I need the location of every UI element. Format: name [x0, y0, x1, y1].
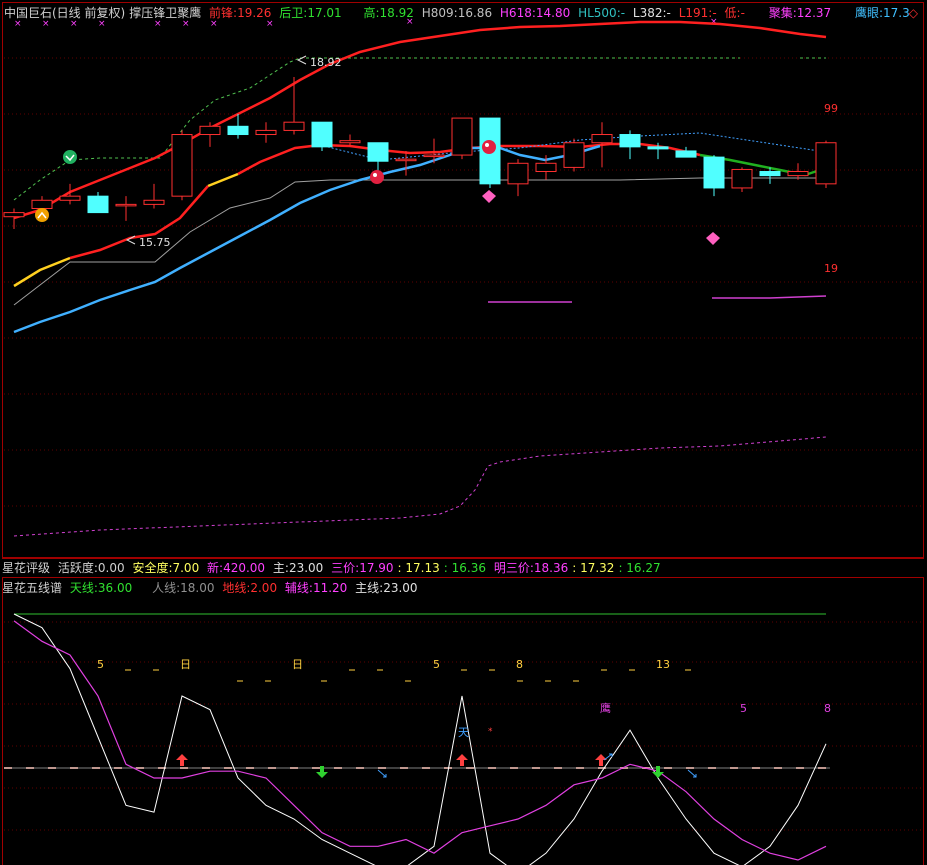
mark-8: 8 — [516, 658, 523, 671]
mark-5c: 5 — [740, 702, 747, 715]
mark-tian: 天 — [458, 726, 469, 739]
candle-up[interactable] — [507, 162, 529, 185]
ma-thin-gray-line — [13, 177, 826, 306]
qianfeng-red-line — [13, 20, 827, 220]
pink-gem-icon — [482, 190, 496, 203]
mark-5: 5 — [97, 658, 104, 671]
candle-up[interactable] — [59, 195, 81, 201]
candle-down[interactable] — [87, 195, 109, 214]
candle-up[interactable] — [171, 134, 193, 197]
candle-down[interactable] — [619, 134, 641, 148]
svg-text:×: × — [154, 19, 162, 29]
blue-small-arrow-icon — [377, 753, 697, 778]
low-price-label: 15.75 — [139, 236, 171, 249]
high-price-arrow-icon — [296, 55, 307, 65]
candle-up[interactable] — [535, 162, 557, 173]
candle-up[interactable] — [3, 212, 25, 218]
high-price-label: 18.92 — [310, 56, 342, 69]
right-top-label: 99 — [824, 102, 838, 115]
mark-13: 13 — [656, 658, 670, 671]
candle-up[interactable] — [563, 142, 585, 168]
right-bottom-label: 19 — [824, 262, 838, 275]
mark-ying: 鹰 — [600, 701, 611, 715]
candle-up[interactable] — [451, 117, 473, 156]
candle-up[interactable] — [731, 168, 753, 189]
fu-magenta-line — [13, 620, 827, 861]
candle-down[interactable] — [703, 156, 725, 189]
candle-up[interactable] — [255, 129, 277, 136]
candle-down[interactable] — [675, 150, 697, 158]
candle-up[interactable] — [423, 154, 445, 158]
ma-dashed-green-line — [13, 57, 301, 201]
candle-up[interactable] — [815, 142, 837, 185]
candle-up[interactable] — [787, 171, 809, 177]
red-ball-icon — [370, 170, 384, 184]
buy-signal-icon — [35, 208, 49, 222]
svg-text:×: × — [266, 19, 274, 29]
magenta-support-segments — [488, 295, 827, 303]
svg-text:*: * — [488, 727, 493, 737]
candle-up[interactable] — [199, 125, 221, 136]
red-up-arrow-icon — [176, 754, 607, 766]
red-ball-icon-2 — [482, 140, 496, 154]
candle-down[interactable] — [647, 146, 669, 150]
chart-canvas[interactable]: × × × × × × × × × × 18.92 15.75 99 19 5 … — [0, 0, 927, 865]
candle-up[interactable] — [591, 134, 613, 144]
svg-text:×: × — [710, 17, 718, 27]
candle-down[interactable] — [367, 142, 389, 162]
grid-lines — [4, 57, 922, 831]
check-signal-icon — [63, 150, 77, 164]
svg-text:×: × — [210, 19, 218, 29]
svg-text:×: × — [14, 19, 22, 29]
zhu-white-line — [13, 613, 827, 865]
yellow-dash-marks — [125, 669, 691, 682]
candle-up[interactable] — [283, 121, 305, 131]
candle-up[interactable] — [339, 140, 361, 144]
jujie-magenta-dashed — [13, 436, 827, 537]
candle-down[interactable] — [311, 121, 333, 148]
candle-up[interactable] — [115, 203, 137, 207]
mark-8b: 8 — [824, 702, 831, 715]
candle-down[interactable] — [227, 125, 249, 136]
mark-5b: 5 — [433, 658, 440, 671]
svg-text:×: × — [42, 19, 50, 29]
svg-text:×: × — [98, 19, 106, 29]
svg-text:×: × — [70, 19, 78, 29]
svg-text:×: × — [406, 17, 414, 27]
mark-ri: 日 — [180, 658, 191, 671]
candle-up[interactable] — [143, 199, 165, 205]
pink-gem-icon-2 — [706, 232, 720, 245]
candle-down[interactable] — [759, 171, 781, 177]
candle-up[interactable] — [395, 158, 417, 162]
candle-up[interactable] — [31, 199, 53, 209]
main-panel-border — [2, 2, 924, 558]
svg-text:×: × — [182, 19, 190, 29]
mark-ri-2: 日 — [292, 658, 303, 671]
